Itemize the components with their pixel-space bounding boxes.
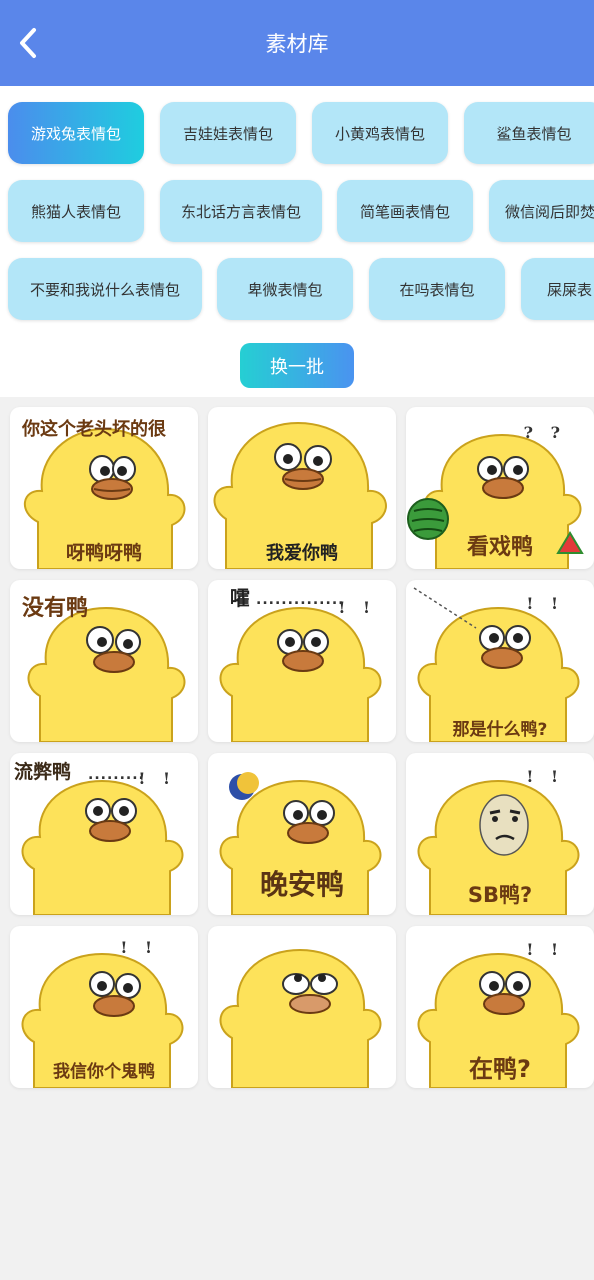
page-title: 素材库 — [265, 32, 329, 56]
tag-chip[interactable]: 东北话方言表情包 — [160, 180, 322, 242]
tag-chip[interactable]: 不要和我说什么表情包 — [8, 258, 202, 320]
sticker-card[interactable]: 没有鸭 — [10, 580, 198, 742]
ellipsis-decoration: .............. — [256, 592, 345, 608]
tag-chip[interactable]: 屎屎表 — [521, 258, 594, 320]
category-tags-panel: 游戏兔表情包 吉娃娃表情包 小黄鸡表情包 鲨鱼表情包 熊猫人表情包 东北话方言表… — [0, 86, 594, 397]
exclamation-marks: ! ! — [138, 769, 176, 788]
meme-face-icon — [479, 794, 529, 856]
sticker-caption-top: 流弊鸭 — [14, 761, 72, 783]
tag-chip[interactable]: 简笔画表情包 — [337, 180, 473, 242]
tag-chip[interactable]: 卑微表情包 — [217, 258, 353, 320]
sticker-caption: 呀鸭呀鸭 — [65, 542, 142, 564]
sticker-caption: 我信你个鬼鸭 — [53, 1062, 155, 1082]
sticker-card[interactable] — [208, 926, 396, 1088]
sticker-card[interactable]: 流弊鸭 ......... ! ! — [10, 753, 198, 915]
exclamation-marks: ! ! — [526, 940, 564, 959]
exclamation-marks: ! ! — [120, 938, 158, 957]
tag-chip[interactable]: 游戏兔表情包 — [8, 102, 144, 164]
tag-chip[interactable]: 微信阅后即焚 — [489, 180, 594, 242]
refresh-batch-button[interactable]: 换一批 — [240, 343, 354, 388]
tag-chip[interactable]: 吉娃娃表情包 — [160, 102, 296, 164]
tag-chip[interactable]: 鲨鱼表情包 — [464, 102, 594, 164]
sticker-card[interactable]: 晚安鸭 — [208, 753, 396, 915]
top-app-bar: 素材库 — [0, 0, 594, 86]
tag-chip[interactable]: 小黄鸡表情包 — [312, 102, 448, 164]
sticker-caption-top: 你这个老头坏的很 — [22, 419, 166, 440]
sticker-caption: 晚安鸭 — [259, 868, 344, 901]
sticker-caption-top: 嚯 — [230, 586, 250, 610]
sticker-caption: SB鸭? — [467, 883, 533, 907]
tag-chip[interactable]: 在吗表情包 — [369, 258, 505, 320]
sticker-card[interactable]: ! ! 我信你个鬼鸭 — [10, 926, 198, 1088]
exclamation-marks: ! ! — [338, 598, 376, 617]
sticker-card[interactable]: 我爱你鸭 — [208, 407, 396, 569]
sticker-grid: 你这个老头坏的很 呀鸭呀鸭 我爱你鸭 ? ? 看戏鸭 没有鸭 嚯 .......… — [0, 397, 594, 1280]
sticker-caption: 那是什么鸭? — [452, 720, 548, 740]
sticker-card[interactable]: ! ! 那是什么鸭? — [406, 580, 594, 742]
exclamation-marks: ! ! — [526, 594, 564, 613]
ellipsis-decoration: ......... — [88, 767, 145, 783]
sticker-card[interactable]: ! ! SB鸭? — [406, 753, 594, 915]
exclamation-marks: ! ! — [526, 767, 564, 786]
sticker-caption-top: 没有鸭 — [22, 596, 89, 621]
sticker-card[interactable]: ! ! 在鸭? — [406, 926, 594, 1088]
sticker-card[interactable]: 你这个老头坏的很 呀鸭呀鸭 — [10, 407, 198, 569]
sticker-card[interactable]: ? ? 看戏鸭 — [406, 407, 594, 569]
yellow-duck-image — [219, 948, 382, 1088]
sticker-caption: 看戏鸭 — [466, 535, 533, 560]
sticker-caption: 我爱你鸭 — [266, 543, 338, 564]
sticker-card[interactable]: 嚯 .............. ! ! — [208, 580, 396, 742]
sticker-caption: 在鸭? — [469, 1055, 531, 1083]
tag-chip[interactable]: 熊猫人表情包 — [8, 180, 144, 242]
question-marks: ? ? — [523, 423, 566, 442]
